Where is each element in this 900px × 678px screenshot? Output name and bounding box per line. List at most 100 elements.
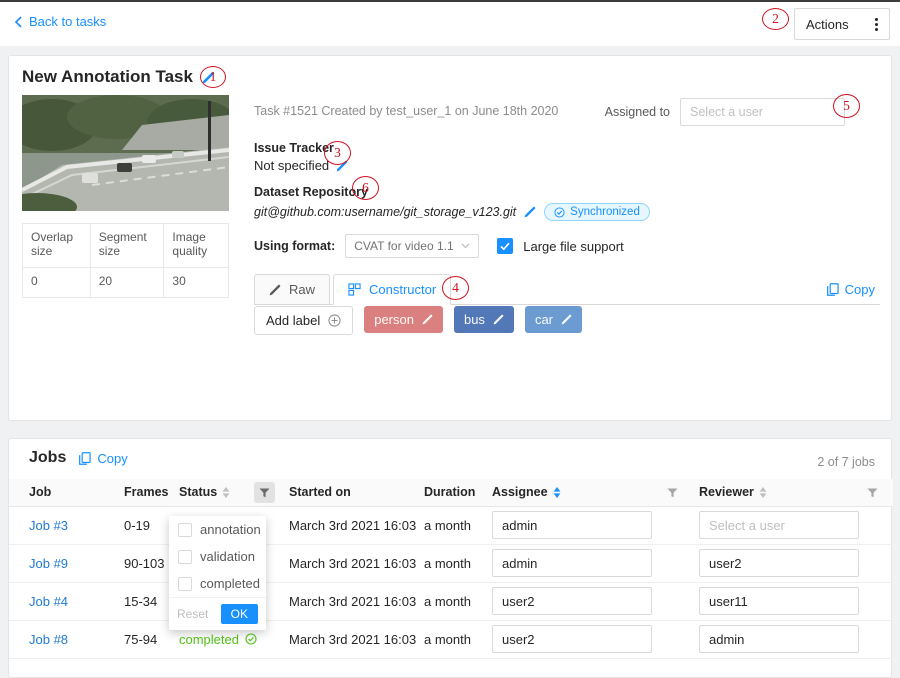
copy-jobs-button[interactable]: Copy	[78, 451, 127, 466]
label-chip-person[interactable]: person	[364, 306, 443, 333]
sort-icon-status[interactable]	[222, 487, 230, 498]
duration-cell: a month	[416, 544, 484, 582]
assigned-to-group: Assigned to	[605, 98, 845, 126]
filter-icon-reviewer[interactable]	[862, 482, 883, 503]
sort-icon-reviewer[interactable]	[759, 487, 767, 498]
assignee-input[interactable]	[492, 549, 652, 577]
filter-option-completed[interactable]: completed	[169, 570, 266, 597]
annotation-circle-3: 3	[324, 141, 351, 165]
copy-icon	[826, 283, 839, 296]
reviewer-input[interactable]	[699, 549, 859, 577]
add-label-text: Add label	[266, 313, 320, 328]
filter-icon-status[interactable]	[254, 482, 275, 503]
filter-option-annotation[interactable]: annotation	[169, 516, 266, 543]
back-label: Back to tasks	[29, 14, 106, 29]
task-meta: Task #1521 Created by test_user_1 on Jun…	[254, 104, 558, 118]
label-edit-icon[interactable]	[493, 314, 504, 325]
task-preview-image	[22, 95, 229, 211]
label-edit-icon[interactable]	[422, 314, 433, 325]
job-link[interactable]: Job #9	[29, 556, 68, 571]
sync-status-label: Synchronized	[570, 206, 640, 218]
task-title-row: New Annotation Task	[22, 67, 215, 87]
repository-edit-icon[interactable]	[524, 206, 536, 218]
param-header-quality: Image quality	[164, 224, 229, 268]
assignee-input[interactable]	[492, 587, 652, 615]
column-header-duration: Duration	[416, 479, 484, 506]
param-value-quality: 30	[164, 268, 229, 298]
param-value-overlap: 0	[23, 268, 91, 298]
frames-cell: 0-19	[116, 506, 171, 544]
job-link[interactable]: Job #8	[29, 632, 68, 647]
filter-option-validation[interactable]: validation	[169, 543, 266, 570]
sync-icon	[554, 207, 565, 218]
checkbox-icon[interactable]	[178, 577, 192, 591]
dataset-repository-row: git@github.com:username/git_storage_v123…	[254, 203, 650, 221]
status-filter-dropdown: annotation validation completed Reset OK	[169, 516, 266, 630]
table-row-job9: Job #9 90-103 March 3rd 2021 16:03 a mon…	[9, 544, 893, 582]
job-link[interactable]: Job #3	[29, 518, 68, 533]
annotation-circle-6: 6	[352, 176, 379, 200]
filter-option-label: validation	[200, 549, 255, 564]
task-params-table: Overlap size Segment size Image quality …	[22, 223, 229, 298]
tab-raw[interactable]: Raw	[254, 274, 330, 305]
jobs-table: Job Frames Status Started on Duration As…	[9, 479, 893, 659]
label-chip-bus[interactable]: bus	[454, 306, 514, 333]
column-header-started: Started on	[281, 479, 416, 506]
format-select-value: CVAT for video 1.1	[354, 239, 453, 253]
label-chip-name: bus	[464, 312, 485, 327]
reviewer-input[interactable]	[699, 625, 859, 653]
actions-label: Actions	[806, 17, 849, 32]
large-file-checkbox[interactable]	[497, 238, 513, 254]
job-link[interactable]: Job #4	[29, 594, 68, 609]
format-row: Using format: CVAT for video 1.1 Large f…	[254, 234, 624, 258]
tab-constructor[interactable]: Constructor	[333, 274, 451, 305]
assigned-to-label: Assigned to	[605, 105, 670, 119]
label-edit-icon[interactable]	[561, 314, 572, 325]
more-icon[interactable]	[875, 18, 878, 31]
duration-cell: a month	[416, 582, 484, 620]
back-to-tasks-link[interactable]: Back to tasks	[14, 14, 106, 29]
add-label-button[interactable]: Add label	[254, 306, 353, 335]
column-label-assignee: Assignee	[492, 485, 548, 499]
filter-option-label: completed	[200, 576, 260, 591]
reviewer-input[interactable]	[699, 587, 859, 615]
annotation-circle-1: 1	[200, 66, 226, 88]
sync-status-badge[interactable]: Synchronized	[544, 203, 650, 221]
sort-icon-assignee[interactable]	[553, 487, 561, 498]
assigned-to-input[interactable]	[680, 98, 845, 126]
column-label-status: Status	[179, 485, 217, 499]
copy-label: Copy	[97, 451, 127, 466]
param-value-segment: 20	[90, 268, 164, 298]
actions-button[interactable]: Actions	[794, 8, 890, 40]
copy-label: Copy	[845, 282, 875, 297]
copy-icon	[78, 452, 91, 465]
dataset-repository-url: git@github.com:username/git_storage_v123…	[254, 205, 516, 219]
label-chip-name: person	[374, 312, 414, 327]
issue-tracker-label: Issue Tracker	[254, 141, 334, 155]
column-header-assignee: Assignee	[484, 479, 691, 506]
page-title: New Annotation Task	[22, 67, 193, 87]
table-row-job8: Job #8 75-94 completed March 3rd 2021 16…	[9, 620, 893, 658]
format-select[interactable]: CVAT for video 1.1	[345, 234, 479, 258]
duration-cell: a month	[416, 506, 484, 544]
status-text: completed	[179, 632, 239, 647]
copy-labels-button[interactable]: Copy	[826, 282, 875, 297]
duration-cell: a month	[416, 620, 484, 658]
checkbox-icon[interactable]	[178, 550, 192, 564]
assignee-input[interactable]	[492, 511, 652, 539]
column-header-status: Status	[171, 479, 281, 506]
tab-raw-label: Raw	[289, 282, 315, 297]
assignee-input[interactable]	[492, 625, 652, 653]
label-chip-car[interactable]: car	[525, 306, 582, 333]
checkbox-icon[interactable]	[178, 523, 192, 537]
constructor-icon	[348, 283, 361, 296]
jobs-card: Jobs Copy 2 of 7 jobs Job Frames Status …	[8, 438, 892, 678]
annotation-circle-2: 2	[762, 8, 789, 30]
filter-ok-button[interactable]: OK	[221, 604, 258, 624]
large-file-label: Large file support	[523, 239, 623, 254]
filter-icon-assignee[interactable]	[662, 482, 683, 503]
param-header-overlap: Overlap size	[23, 224, 91, 268]
reviewer-input[interactable]	[699, 511, 859, 539]
filter-reset-button[interactable]: Reset	[177, 607, 208, 621]
started-cell: March 3rd 2021 16:03	[281, 544, 416, 582]
